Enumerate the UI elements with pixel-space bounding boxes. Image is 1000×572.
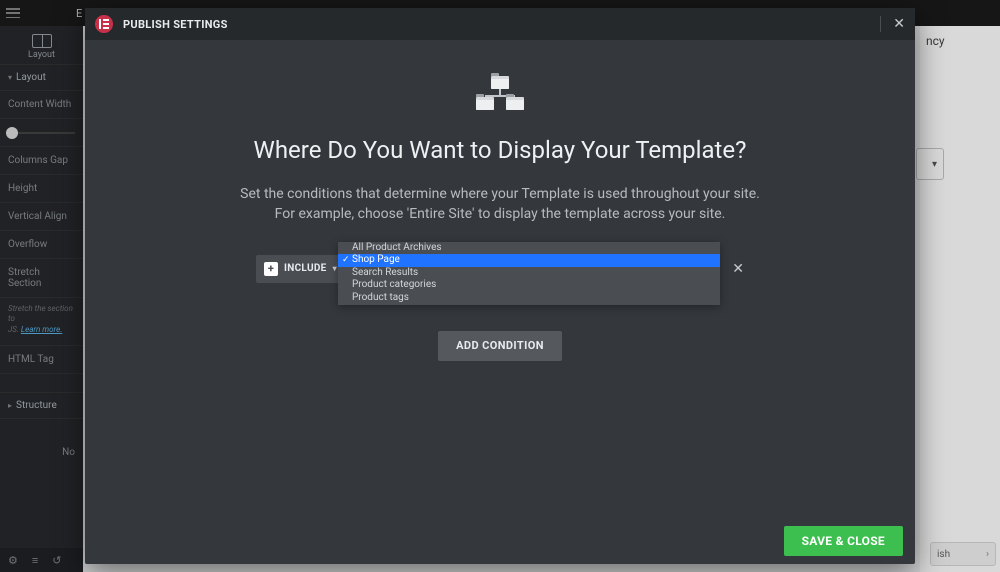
plus-icon: + (264, 262, 278, 276)
dropdown-item-shop-page[interactable]: Shop Page (338, 254, 720, 267)
include-toggle[interactable]: + INCLUDE ▾ (256, 255, 347, 283)
modal-header: PUBLISH SETTINGS ✕ (85, 8, 915, 40)
dropdown-item-product-tags[interactable]: Product tags (338, 292, 720, 305)
dropdown-item-all-product-archives[interactable]: All Product Archives (338, 242, 720, 255)
publish-settings-modal: PUBLISH SETTINGS ✕ Where Do You Want to … (85, 8, 915, 564)
modal-title: PUBLISH SETTINGS (123, 18, 228, 31)
modal-footer: SAVE & CLOSE (85, 518, 915, 564)
template-locations-icon (476, 76, 524, 110)
include-label: INCLUDE (284, 263, 327, 274)
condition-dropdown: All Product Archives Shop Page Search Re… (338, 242, 720, 305)
dropdown-item-product-categories[interactable]: Product categories (338, 279, 720, 292)
remove-condition-button[interactable]: ✕ (732, 261, 744, 277)
modal-body: Where Do You Want to Display Your Templa… (85, 40, 915, 518)
chevron-down-icon: ▾ (333, 264, 337, 273)
save-and-close-button[interactable]: SAVE & CLOSE (784, 526, 903, 556)
modal-desc-2: For example, choose 'Entire Site' to dis… (240, 204, 760, 224)
add-condition-button[interactable]: ADD CONDITION (438, 331, 562, 361)
modal-header-divider (880, 16, 881, 32)
modal-desc-1: Set the conditions that determine where … (240, 184, 760, 204)
close-button[interactable]: ✕ (893, 16, 905, 32)
condition-row: + INCLUDE ▾ ✕ All Product Archives Shop … (256, 255, 744, 283)
modal-heading: Where Do You Want to Display Your Templa… (109, 136, 891, 164)
dropdown-item-search-results[interactable]: Search Results (338, 267, 720, 280)
elementor-logo-icon (95, 15, 113, 33)
